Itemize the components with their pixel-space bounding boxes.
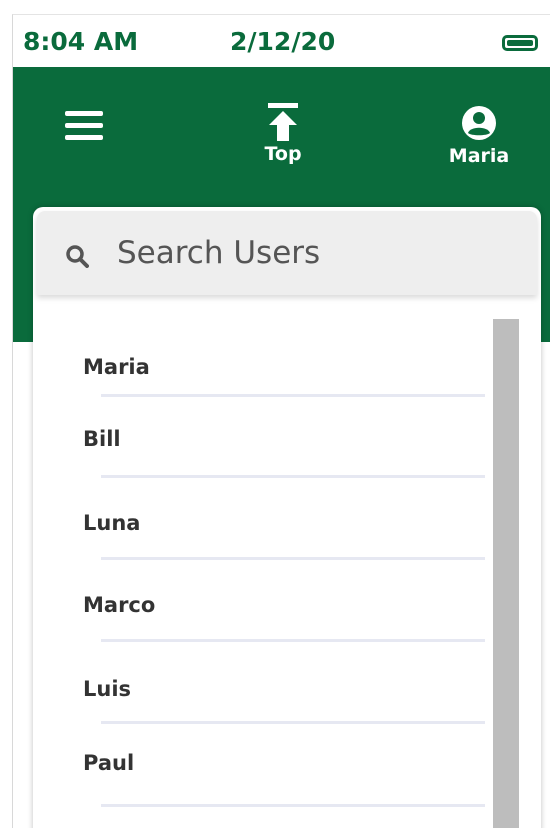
user-name: Bill: [83, 427, 121, 451]
list-divider: [101, 804, 485, 807]
status-bar: 8:04 AM 2/12/20: [13, 15, 550, 67]
status-date: 2/12/20: [230, 27, 336, 56]
user-circle-icon: [462, 106, 496, 140]
list-item[interactable]: Luna: [83, 503, 483, 553]
list-divider: [101, 721, 485, 724]
phone-screen: 8:04 AM 2/12/20 Top Maria Search Users M…: [12, 14, 550, 828]
list-divider: [101, 639, 485, 642]
user-list: Maria Bill Luna Marco Luis Paul: [33, 299, 541, 828]
list-item[interactable]: Paul: [83, 743, 483, 793]
list-divider: [101, 557, 485, 560]
profile-button[interactable]: Maria: [439, 105, 519, 183]
user-name: Marco: [83, 593, 156, 617]
scroll-to-top-button[interactable]: Top: [253, 103, 313, 173]
list-item[interactable]: Bill: [83, 419, 483, 469]
search-icon: [66, 245, 89, 268]
user-name: Luis: [83, 677, 132, 701]
user-name: Luna: [83, 511, 141, 535]
user-name: Paul: [83, 751, 135, 775]
list-item[interactable]: Maria: [83, 347, 483, 397]
list-divider: [101, 394, 485, 397]
list-divider: [101, 475, 485, 478]
battery-icon: [502, 35, 538, 51]
status-time: 8:04 AM: [23, 27, 139, 56]
list-item[interactable]: Marco: [83, 585, 483, 635]
search-bar: [37, 211, 537, 295]
menu-button[interactable]: [63, 107, 107, 143]
user-name: Maria: [83, 355, 150, 379]
hamburger-menu-icon-bar: [65, 111, 103, 116]
arrow-to-top-icon: [268, 103, 298, 141]
list-item[interactable]: Luis: [83, 669, 483, 719]
hamburger-menu-icon-bar: [65, 135, 103, 140]
profile-label: Maria: [448, 145, 510, 167]
user-list-card: Maria Bill Luna Marco Luis Paul: [33, 207, 541, 828]
top-label: Top: [264, 143, 302, 165]
search-input[interactable]: [117, 229, 517, 277]
hamburger-menu-icon-bar: [65, 123, 103, 128]
